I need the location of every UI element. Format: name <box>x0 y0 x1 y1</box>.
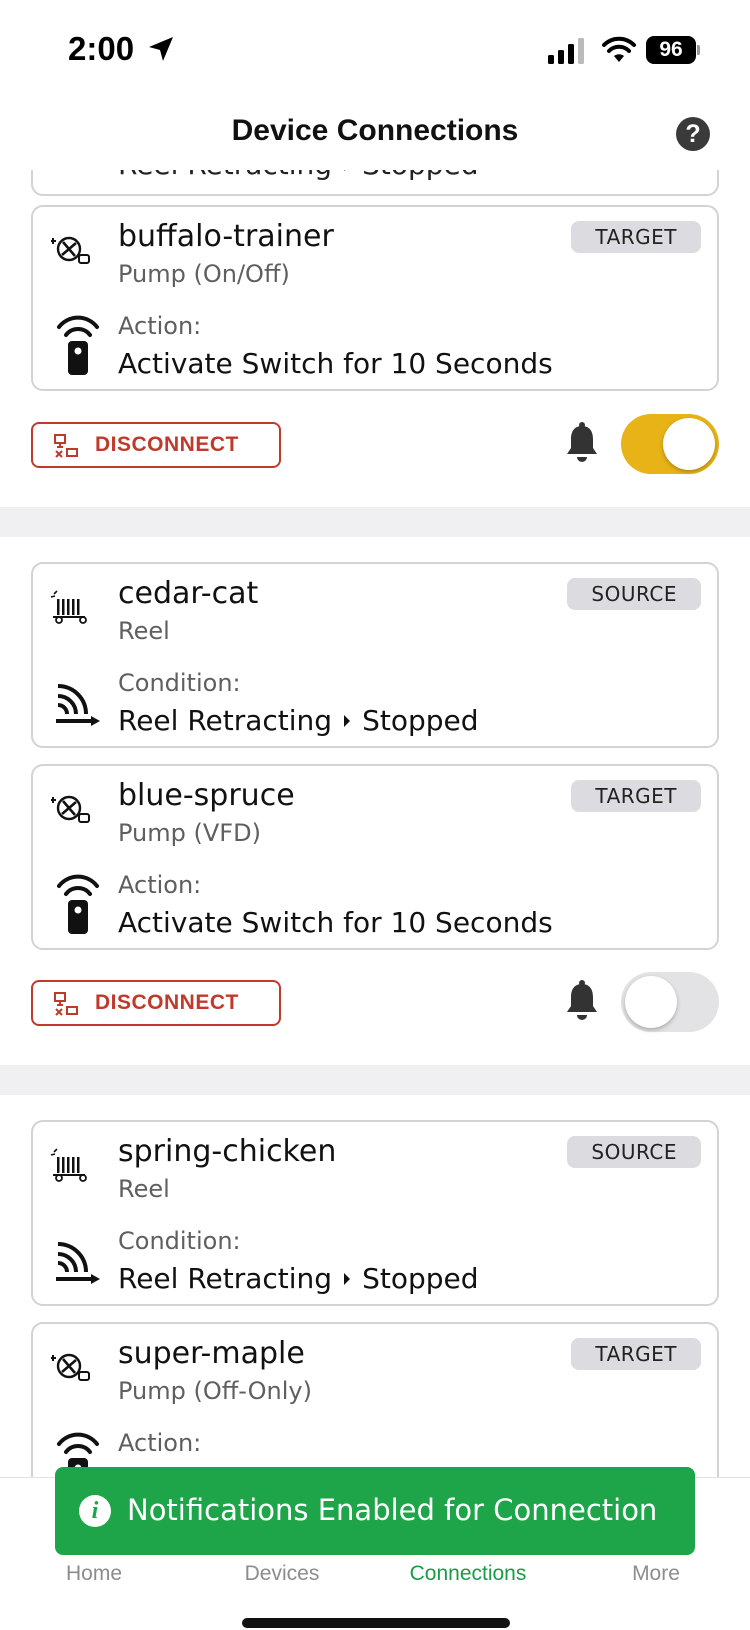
device-type: Pump (Off-Only) <box>118 1377 312 1405</box>
pump-icon <box>51 795 90 823</box>
help-icon[interactable]: ? <box>676 117 710 151</box>
tab-home[interactable]: Home <box>0 1562 188 1586</box>
condition-trigger-icon <box>56 684 100 726</box>
reel-icon <box>50 1148 87 1182</box>
target-card[interactable]: super-maple Pump (Off-Only) TARGET Actio… <box>31 1322 719 1477</box>
connections-list[interactable]: Reel RetractingStopped buffalo-trainer P… <box>0 170 750 1477</box>
battery-level: 96 <box>646 36 696 64</box>
condition-trigger-icon <box>56 1242 100 1284</box>
target-card[interactable]: buffalo-trainer Pump (On/Off) TARGET Act… <box>31 205 719 391</box>
app-header: Device Connections ? <box>0 100 750 170</box>
condition-value: Reel Retracting Stopped <box>118 1262 479 1295</box>
wifi-icon <box>602 36 636 62</box>
reel-icon <box>50 590 87 624</box>
toggle-knob <box>625 976 677 1028</box>
role-badge: TARGET <box>571 221 701 253</box>
bell-icon <box>567 422 597 462</box>
remote-switch-icon <box>57 874 99 934</box>
source-card[interactable]: cedar-cat Reel SOURCE Condition: Reel Re… <box>31 562 719 748</box>
device-type: Pump (On/Off) <box>118 260 290 288</box>
device-name: blue-spruce <box>118 778 295 813</box>
notifications-toggle[interactable] <box>621 972 719 1032</box>
action-label: Action: <box>118 312 202 340</box>
cellular-signal-icon <box>548 38 584 64</box>
notification-toast[interactable]: i Notifications Enabled for Connection <box>55 1467 695 1555</box>
notifications-toggle[interactable] <box>621 414 719 474</box>
battery-indicator: 96 <box>646 36 700 64</box>
chevron-right-icon <box>344 1272 351 1285</box>
device-type: Pump (VFD) <box>118 819 261 847</box>
home-indicator <box>242 1618 510 1628</box>
battery-cap <box>697 45 700 55</box>
location-arrow-icon <box>149 37 173 61</box>
remote-switch-icon <box>57 315 99 375</box>
action-value: Activate Switch for 10 Seconds <box>118 906 553 939</box>
tab-devices[interactable]: Devices <box>188 1562 376 1586</box>
disconnect-button[interactable]: DISCONNECT <box>31 980 281 1026</box>
partial-condition-value: Reel RetractingStopped <box>118 170 479 181</box>
action-value: Activate Switch for 10 Seconds <box>118 347 553 380</box>
network-disconnect-icon <box>54 434 78 458</box>
status-time: 2:00 <box>68 30 135 67</box>
section-divider <box>0 507 750 537</box>
source-card[interactable]: spring-chicken Reel SOURCE Condition: Re… <box>31 1120 719 1306</box>
device-type: Reel <box>118 617 170 645</box>
disconnect-label: DISCONNECT <box>95 433 239 456</box>
disconnect-label: DISCONNECT <box>95 991 239 1014</box>
disconnect-button[interactable]: DISCONNECT <box>31 422 281 468</box>
bell-icon <box>567 980 597 1020</box>
device-name: buffalo-trainer <box>118 219 334 254</box>
chevron-right-icon <box>344 170 351 171</box>
toast-message: Notifications Enabled for Connection <box>127 1493 658 1527</box>
page-title: Device Connections <box>231 114 519 147</box>
condition-label: Condition: <box>118 669 241 697</box>
role-badge: SOURCE <box>567 578 701 610</box>
role-badge: SOURCE <box>567 1136 701 1168</box>
tab-more[interactable]: More <box>562 1562 750 1586</box>
section-divider <box>0 1065 750 1095</box>
tab-connections[interactable]: Connections <box>374 1562 562 1586</box>
action-label: Action: <box>118 871 202 899</box>
device-type: Reel <box>118 1175 170 1203</box>
target-card[interactable]: blue-spruce Pump (VFD) TARGET Action: Ac… <box>31 764 719 950</box>
info-icon: i <box>79 1495 111 1527</box>
network-disconnect-icon <box>54 992 78 1016</box>
role-badge: TARGET <box>571 780 701 812</box>
chevron-right-icon <box>344 714 351 727</box>
pump-icon <box>51 236 90 264</box>
role-badge: TARGET <box>571 1338 701 1370</box>
device-name: cedar-cat <box>118 576 259 611</box>
toggle-knob <box>663 418 715 470</box>
pump-icon <box>51 1353 90 1381</box>
device-name: super-maple <box>118 1336 305 1371</box>
condition-value: Reel Retracting Stopped <box>118 704 479 737</box>
status-bar: 2:00 96 <box>0 0 750 100</box>
device-name: spring-chicken <box>118 1134 337 1169</box>
condition-label: Condition: <box>118 1227 241 1255</box>
partial-source-card[interactable]: Reel RetractingStopped <box>31 170 719 196</box>
action-label: Action: <box>118 1429 202 1457</box>
